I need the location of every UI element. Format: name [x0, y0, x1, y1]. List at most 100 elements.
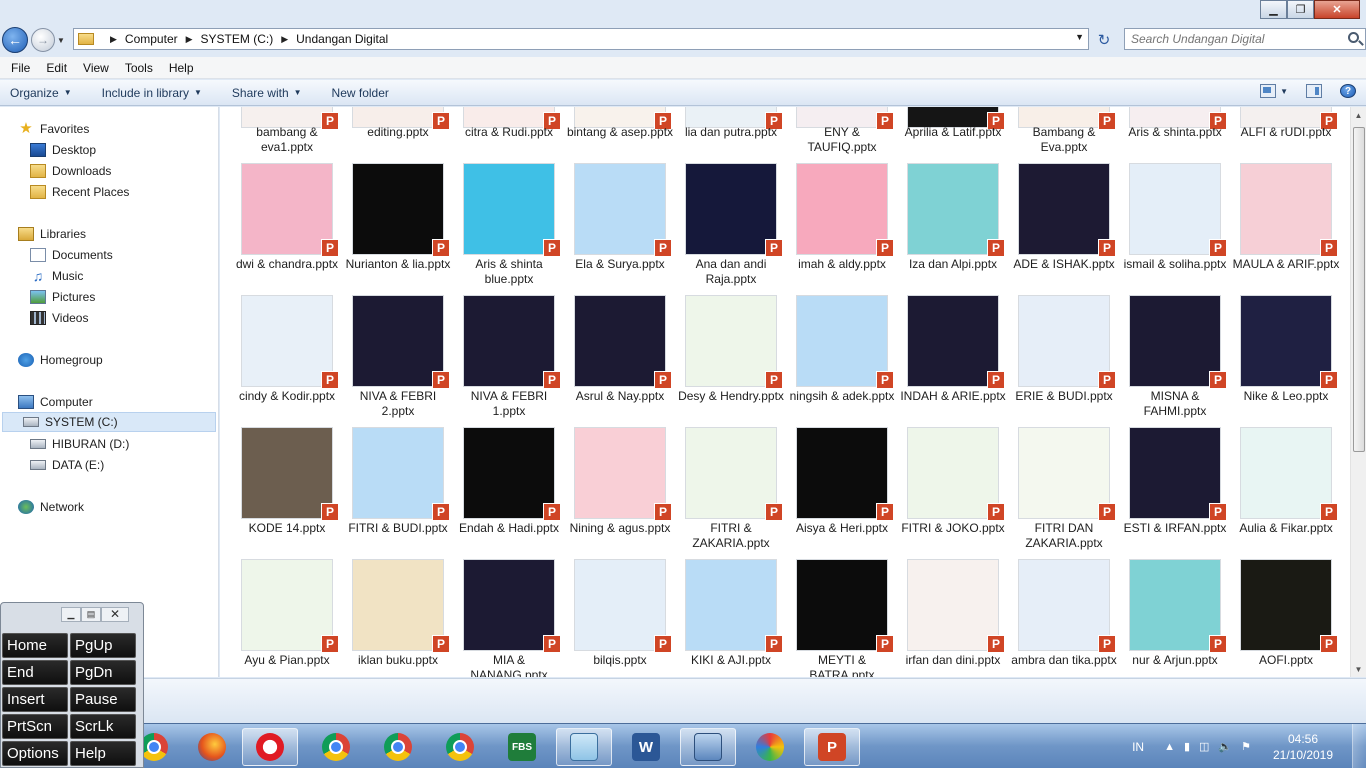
- recent-pages-dropdown[interactable]: ▼: [57, 36, 69, 45]
- help-icon[interactable]: ?: [1340, 84, 1356, 98]
- menu-help[interactable]: Help: [161, 61, 202, 75]
- scroll-down-icon[interactable]: ▼: [1351, 661, 1366, 677]
- key-insert[interactable]: Insert: [2, 687, 68, 712]
- file-name: MIA & NANANG.pptx: [470, 653, 548, 677]
- close-button[interactable]: ✕: [1314, 0, 1360, 19]
- menu-file[interactable]: File: [3, 61, 38, 75]
- taskbar-opera[interactable]: [242, 728, 298, 766]
- menu-edit[interactable]: Edit: [38, 61, 75, 75]
- nav-libraries[interactable]: Libraries: [18, 224, 86, 244]
- key-pgdn[interactable]: PgDn: [70, 660, 136, 685]
- chevron-right-icon[interactable]: ▶: [281, 34, 288, 45]
- taskbar-powerpoint[interactable]: P: [804, 728, 860, 766]
- back-button[interactable]: ←: [2, 27, 28, 53]
- taskbar-paint[interactable]: [742, 728, 798, 766]
- menu-tools[interactable]: Tools: [117, 61, 161, 75]
- file-thumbnail: P: [464, 560, 561, 653]
- details-pane: [0, 678, 1366, 723]
- nav-label: Network: [40, 500, 85, 514]
- breadcrumb[interactable]: ▶ Computer ▶ SYSTEM (C:) ▶ Undangan Digi…: [73, 28, 1089, 50]
- search-icon[interactable]: [1348, 32, 1359, 43]
- change-view-icon[interactable]: [1260, 84, 1277, 98]
- osk-restore-button[interactable]: ▤: [81, 606, 101, 622]
- taskbar-chrome-3[interactable]: [370, 728, 426, 766]
- minimize-button[interactable]: ▁: [1260, 0, 1287, 19]
- view-options-dropdown-icon[interactable]: ▼: [1280, 87, 1288, 96]
- scroll-up-icon[interactable]: ▲: [1351, 107, 1366, 123]
- vertical-scrollbar[interactable]: ▲ ▼: [1350, 107, 1366, 677]
- nav-videos[interactable]: Videos: [30, 308, 88, 328]
- organize-button[interactable]: Organize ▼: [10, 86, 72, 100]
- share-label: Share with: [231, 85, 289, 100]
- maximize-button[interactable]: ❐: [1287, 0, 1314, 19]
- scrollbar-thumb[interactable]: [1353, 127, 1365, 452]
- menu-view[interactable]: View: [75, 61, 117, 75]
- taskbar-fbs[interactable]: FBS: [494, 728, 550, 766]
- file-thumbnail: P: [1130, 164, 1227, 257]
- nav-pictures[interactable]: Pictures: [30, 287, 95, 307]
- taskbar-chrome-2[interactable]: [308, 728, 364, 766]
- clock[interactable]: 04:56 21/10/2019: [1260, 731, 1346, 763]
- key-home[interactable]: Home: [2, 633, 68, 658]
- action-center-icon[interactable]: ⚑: [1241, 740, 1251, 753]
- key-options[interactable]: Options: [2, 741, 68, 766]
- osk-minimize-button[interactable]: ▁: [61, 606, 81, 622]
- file-name: cindy & Kodir.pptx: [238, 389, 336, 403]
- crumb-computer[interactable]: Computer: [125, 32, 178, 46]
- share-with-button[interactable]: Share with ▼: [232, 86, 302, 100]
- crumb-undangan-digital[interactable]: Undangan Digital: [296, 32, 388, 46]
- nav-desktop[interactable]: Desktop: [30, 140, 96, 160]
- taskbar-notepad[interactable]: [556, 728, 612, 766]
- show-hidden-icons-icon[interactable]: ▲: [1164, 741, 1175, 753]
- key-prtscn[interactable]: PrtScn: [2, 714, 68, 739]
- nav-system-c[interactable]: SYSTEM (C:): [2, 412, 216, 432]
- include-in-library-button[interactable]: Include in library ▼: [102, 86, 202, 100]
- taskbar-chrome-4[interactable]: [432, 728, 488, 766]
- nav-recent-places[interactable]: Recent Places: [30, 182, 129, 202]
- volume-icon[interactable]: 🔈: [1218, 740, 1232, 753]
- crumb-system-c[interactable]: SYSTEM (C:): [201, 32, 274, 46]
- taskbar-word[interactable]: W: [618, 728, 674, 766]
- show-desktop-button[interactable]: [1352, 724, 1366, 768]
- osk-close-button[interactable]: ✕: [101, 606, 129, 622]
- documents-icon: [30, 248, 46, 262]
- file-thumbnail: P: [242, 164, 339, 257]
- refresh-icon[interactable]: ↻: [1093, 30, 1115, 50]
- nav-network[interactable]: Network: [18, 497, 84, 517]
- forward-button[interactable]: →: [31, 28, 55, 52]
- key-pause[interactable]: Pause: [70, 687, 136, 712]
- language-indicator[interactable]: IN: [1132, 740, 1144, 754]
- powerpoint-icon: P: [432, 239, 450, 257]
- key-scrlk[interactable]: ScrLk: [70, 714, 136, 739]
- chevron-right-icon[interactable]: ▶: [110, 34, 117, 45]
- nav-music[interactable]: ♫ Music: [30, 266, 84, 286]
- key-pgup[interactable]: PgUp: [70, 633, 136, 658]
- new-folder-button[interactable]: New folder: [332, 86, 389, 100]
- key-end[interactable]: End: [2, 660, 68, 685]
- preview-pane-icon[interactable]: [1306, 84, 1322, 98]
- nav-computer[interactable]: Computer: [18, 392, 93, 412]
- nav-documents[interactable]: Documents: [30, 245, 113, 265]
- file-name: KODE 14.pptx: [248, 521, 326, 535]
- nav-favorites[interactable]: ★ Favorites: [18, 119, 89, 139]
- file-name: nur & Arjun.pptx: [1132, 653, 1218, 667]
- file-thumbnail: P: [1130, 107, 1227, 130]
- taskbar-remote-desktop[interactable]: [680, 728, 736, 766]
- power-icon[interactable]: ▮: [1184, 740, 1190, 753]
- powerpoint-icon: P: [1320, 239, 1338, 257]
- nav-downloads[interactable]: Downloads: [30, 161, 111, 181]
- taskbar-firefox[interactable]: [184, 728, 240, 766]
- search-box[interactable]: [1124, 28, 1366, 50]
- search-input[interactable]: [1131, 32, 1341, 46]
- network-tray-icon[interactable]: ◫: [1199, 740, 1209, 753]
- powerpoint-icon: P: [876, 371, 894, 389]
- nav-homegroup[interactable]: Homegroup: [18, 350, 103, 370]
- chevron-right-icon[interactable]: ▶: [186, 34, 193, 45]
- powerpoint-icon: P: [543, 239, 561, 257]
- powerpoint-icon: P: [987, 239, 1005, 257]
- address-dropdown-icon[interactable]: ▼: [1075, 32, 1084, 42]
- nav-data-e[interactable]: DATA (E:): [30, 455, 104, 475]
- nav-hiburan-d[interactable]: HIBURAN (D:): [30, 434, 129, 454]
- key-help[interactable]: Help: [70, 741, 136, 766]
- opera-icon: [256, 733, 284, 761]
